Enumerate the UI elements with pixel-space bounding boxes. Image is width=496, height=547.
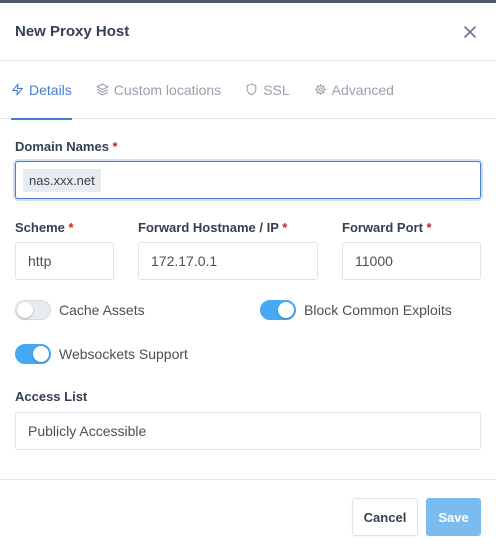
domain-names-input[interactable]: nas.xxx.net xyxy=(15,161,481,199)
domain-tag[interactable]: nas.xxx.net xyxy=(23,168,101,192)
access-list-value: Publicly Accessible xyxy=(28,423,147,439)
shield-icon xyxy=(246,83,257,96)
tab-advanced[interactable]: Advanced xyxy=(314,61,394,119)
zap-icon xyxy=(12,83,23,96)
tab-ssl-label: SSL xyxy=(263,81,290,98)
new-proxy-host-modal: New Proxy Host Details Custom locations … xyxy=(0,3,496,547)
cancel-button[interactable]: Cancel xyxy=(352,498,418,536)
forward-port-value: 11000 xyxy=(355,253,393,269)
forward-port-label: Forward Port * xyxy=(342,220,432,235)
block-exploits-label: Block Common Exploits xyxy=(304,302,452,318)
websockets-toggle[interactable]: Websockets Support xyxy=(15,344,188,364)
forward-hostname-label: Forward Hostname / IP * xyxy=(138,220,288,235)
scheme-label: Scheme * xyxy=(15,220,74,235)
cache-assets-toggle[interactable]: Cache Assets xyxy=(15,300,145,320)
modal-header: New Proxy Host xyxy=(0,3,496,61)
tab-ssl[interactable]: SSL xyxy=(245,61,290,119)
tab-custom-locations[interactable]: Custom locations xyxy=(96,61,221,119)
access-list-select[interactable]: Publicly Accessible xyxy=(15,412,481,450)
forward-port-input[interactable]: 11000 xyxy=(342,242,481,280)
domain-names-label: Domain Names * xyxy=(15,139,118,154)
save-button[interactable]: Save xyxy=(426,498,481,536)
required-mark: * xyxy=(112,139,118,154)
tab-bar: Details Custom locations SSL Advanced xyxy=(0,61,496,120)
cache-assets-switch[interactable] xyxy=(15,300,51,320)
modal-title: New Proxy Host xyxy=(15,23,130,40)
tab-advanced-label: Advanced xyxy=(331,81,394,98)
websockets-label: Websockets Support xyxy=(59,346,188,362)
block-exploits-switch[interactable] xyxy=(260,300,296,320)
required-mark: * xyxy=(68,220,74,235)
cache-assets-label: Cache Assets xyxy=(59,302,145,318)
required-mark: * xyxy=(282,220,288,235)
scheme-select[interactable]: http xyxy=(15,242,114,280)
block-exploits-toggle[interactable]: Block Common Exploits xyxy=(260,300,452,320)
gear-icon xyxy=(314,84,326,95)
websockets-switch[interactable] xyxy=(15,344,51,364)
scheme-value: http xyxy=(28,253,52,269)
tab-details-label: Details xyxy=(29,81,72,98)
modal-footer: Cancel Save xyxy=(0,479,496,547)
access-list-label: Access List xyxy=(15,389,88,404)
forward-hostname-value: 172.17.0.1 xyxy=(151,253,218,269)
required-mark: * xyxy=(426,220,432,235)
layers-icon xyxy=(96,83,109,96)
tab-custom-locations-label: Custom locations xyxy=(113,81,222,98)
tab-details[interactable]: Details xyxy=(11,61,72,120)
forward-hostname-input[interactable]: 172.17.0.1 xyxy=(138,242,318,280)
close-icon[interactable] xyxy=(460,22,480,42)
